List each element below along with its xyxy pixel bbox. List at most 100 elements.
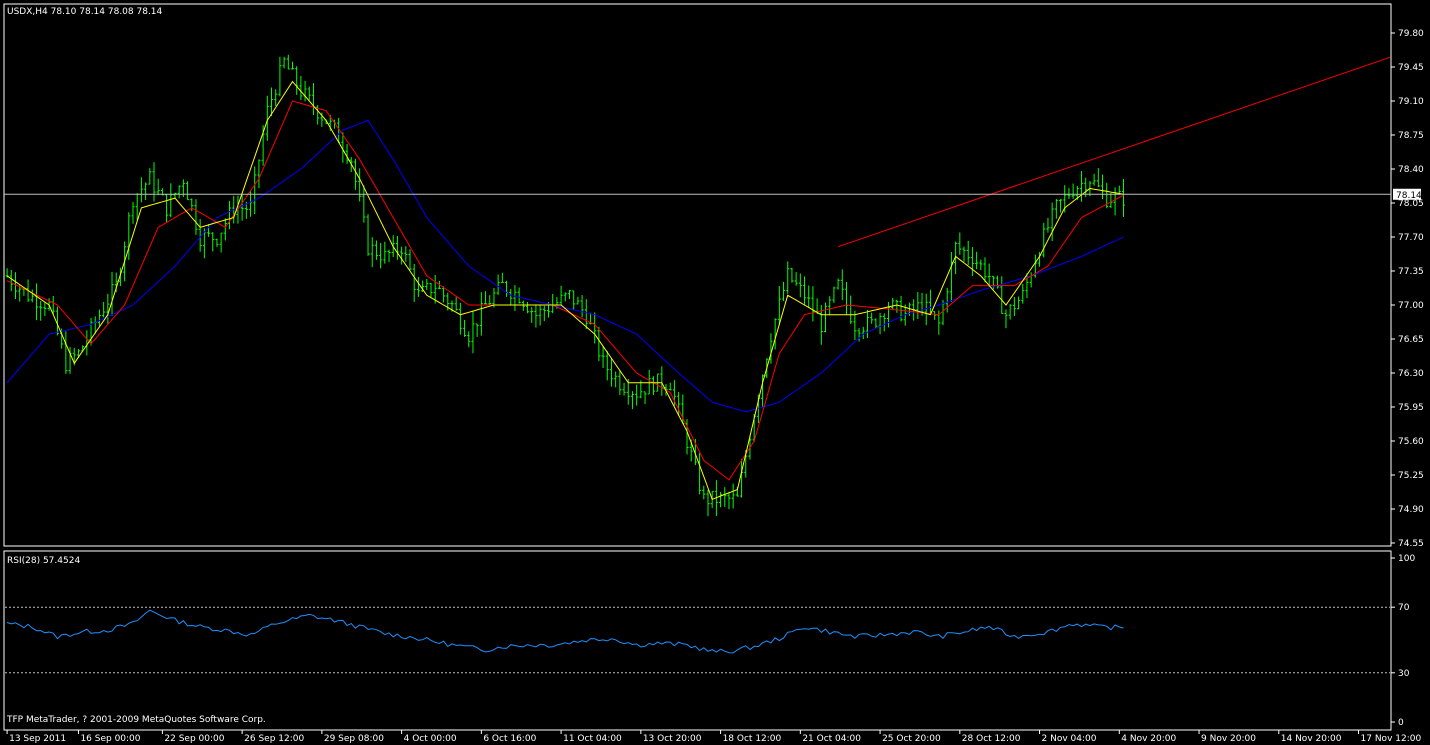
price-tick-label: 75.25 <box>1398 471 1424 481</box>
ohlc-bar <box>416 276 420 297</box>
ohlc-bar <box>307 86 311 100</box>
ohlc-bar <box>177 185 181 199</box>
ohlc-bar <box>471 310 475 354</box>
ohlc-bar <box>1046 217 1050 233</box>
ohlc-bar <box>358 168 362 202</box>
ohlc-bar <box>1101 174 1105 200</box>
ohlc-bar <box>282 56 286 69</box>
ohlc-bar <box>609 358 613 387</box>
main-price-axis: 79.8079.4579.1078.7578.4078.0577.7077.35… <box>1391 29 1424 549</box>
time-tick-label: 26 Sep 12:00 <box>244 734 304 744</box>
ohlc-bar <box>1008 304 1012 320</box>
ohlc-bar <box>64 331 68 374</box>
ohlc-bar <box>194 199 198 235</box>
ohlc-bar <box>500 272 504 284</box>
ohlc-bar <box>1059 199 1063 213</box>
ohlc-bar <box>387 249 391 263</box>
copyright-text: TFP MetaTrader, ? 2001-2009 MetaQuotes S… <box>6 715 266 725</box>
ohlc-bar <box>513 285 517 312</box>
ohlc-bar <box>505 280 509 297</box>
ohlc-bar <box>190 198 194 212</box>
ohlc-bar <box>824 302 828 333</box>
price-tick-label: 75.60 <box>1398 437 1424 447</box>
candles-group <box>5 54 1125 517</box>
ohlc-bar <box>534 304 538 328</box>
ohlc-bar <box>878 312 882 335</box>
ohlc-bar <box>458 302 462 335</box>
ohlc-bar <box>408 249 412 271</box>
ohlc-bar <box>135 193 139 221</box>
ohlc-bar <box>719 491 723 508</box>
ohlc-bar <box>958 232 962 255</box>
ohlc-bar <box>1042 222 1046 258</box>
ohlc-bar <box>882 313 886 332</box>
ohlc-bar <box>1067 187 1071 199</box>
ohlc-bar <box>786 261 790 294</box>
time-tick-label: 11 Oct 04:00 <box>563 734 622 744</box>
time-tick-label: 17 Nov 12:00 <box>1361 734 1422 744</box>
time-tick-label: 13 Oct 20:00 <box>643 734 702 744</box>
moving-averages <box>6 80 1124 500</box>
price-tick-label: 78.75 <box>1398 131 1424 141</box>
ohlc-bar <box>295 66 299 95</box>
ohlc-bar <box>970 247 974 277</box>
ohlc-bar <box>475 323 479 337</box>
ohlc-bar <box>983 257 987 283</box>
ohlc-bar <box>110 272 114 316</box>
ohlc-bar <box>223 218 227 241</box>
ohlc-bar <box>996 275 1000 289</box>
ohlc-bar <box>576 296 580 305</box>
ohlc-bar <box>219 232 223 253</box>
time-tick-label: 18 Oct 12:00 <box>723 734 782 744</box>
ohlc-bar <box>412 263 416 302</box>
ohlc-bar <box>861 326 865 339</box>
ohlc-bar <box>215 238 219 247</box>
ohlc-bar <box>1029 272 1033 288</box>
ohlc-bar <box>454 297 458 311</box>
ohlc-bar <box>345 143 349 165</box>
ohlc-bar <box>97 309 101 327</box>
ohlc-bar <box>156 178 160 196</box>
time-tick-label: 6 Oct 16:00 <box>483 734 536 744</box>
ohlc-bar <box>274 89 278 106</box>
ohlc-bar <box>618 370 622 396</box>
ohlc-bar <box>630 391 634 410</box>
ohlc-bar <box>43 302 47 316</box>
price-tick-label: 76.65 <box>1398 335 1424 345</box>
trendline <box>837 56 1391 248</box>
ohlc-bar <box>933 311 937 320</box>
ohlc-bar <box>1054 198 1058 219</box>
ohlc-bar <box>836 278 840 290</box>
time-tick-label: 9 Nov 20:00 <box>1201 734 1256 744</box>
ohlc-bar <box>379 242 383 269</box>
price-tick-label: 77.35 <box>1398 267 1424 277</box>
rsi-tick-label: 100 <box>1398 554 1415 564</box>
ohlc-bar <box>1080 171 1084 202</box>
ohlc-bar <box>803 276 807 306</box>
ohlc-bar <box>370 237 374 268</box>
ohlc-bar <box>484 291 488 305</box>
ohlc-bar <box>601 346 605 368</box>
ma-mid-line <box>6 100 1124 481</box>
ohlc-bar <box>429 282 433 298</box>
ohlc-bar <box>253 166 257 215</box>
ohlc-bar <box>593 312 597 344</box>
ohlc-bar <box>517 287 521 304</box>
ohlc-bar <box>467 331 471 348</box>
time-tick-label: 21 Oct 04:00 <box>802 734 861 744</box>
time-tick-label: 25 Oct 20:00 <box>882 734 941 744</box>
ohlc-bar <box>597 326 601 362</box>
ohlc-bar <box>1071 183 1075 199</box>
ohlc-bar <box>828 296 832 316</box>
ohlc-bar <box>131 201 135 224</box>
ohlc-bar <box>89 317 93 346</box>
ohlc-bar <box>521 300 525 311</box>
ohlc-bar <box>30 289 34 303</box>
ohlc-bar <box>949 251 953 302</box>
time-tick-label: 4 Nov 20:00 <box>1121 734 1176 744</box>
ohlc-bar <box>643 391 647 405</box>
rsi-tick-label: 0 <box>1398 718 1404 728</box>
ohlc-bar <box>366 214 370 256</box>
ohlc-bar <box>139 177 143 203</box>
ohlc-bar <box>572 290 576 311</box>
